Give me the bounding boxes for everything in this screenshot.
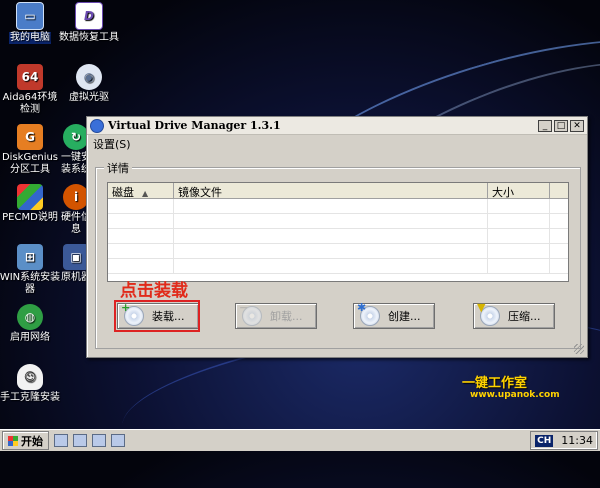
sort-ascending-icon: ▲ — [142, 189, 149, 198]
quicklaunch-network-icon[interactable] — [92, 434, 106, 447]
disc-create-icon: ✱ — [357, 302, 380, 326]
column-header-empty — [550, 183, 568, 198]
quicklaunch-explorer-icon[interactable] — [111, 434, 125, 447]
desktop-icon-ghost-clone[interactable]: ☺ 手工克隆安装 — [0, 364, 63, 404]
data-recovery-icon: D — [75, 2, 103, 30]
virtual-drive-icon: ◉ — [76, 64, 102, 90]
minimize-button[interactable]: _ — [538, 119, 552, 132]
unmount-button[interactable]: − 卸载... — [235, 302, 317, 329]
language-indicator[interactable]: CH — [535, 434, 554, 447]
watermark-url: www.upanok.com — [470, 390, 560, 400]
compress-button[interactable]: ▼ 压缩... — [473, 302, 555, 329]
window-title: Virtual Drive Manager 1.3.1 — [108, 119, 281, 132]
desktop-icon-aida64[interactable]: 64 Aida64环境检测 — [0, 64, 63, 116]
system-tray: CH 11:34 — [530, 431, 598, 450]
win-installer-icon: ⊞ — [17, 244, 43, 270]
table-row[interactable] — [108, 259, 568, 274]
desktop-icon-win-installer[interactable]: ⊞ WIN系统安装器 — [0, 244, 63, 296]
close-button[interactable]: ✕ — [570, 119, 584, 132]
unmount-button-label: 卸载... — [270, 310, 303, 323]
table-row[interactable] — [108, 199, 568, 214]
watermark-brand: 一键工作室 — [462, 376, 528, 391]
menu-settings[interactable]: 设置(S) — [93, 138, 131, 151]
quicklaunch-computer-icon[interactable] — [73, 434, 87, 447]
click-mount-annotation: 点击装载 — [120, 281, 188, 301]
resize-grip[interactable] — [574, 344, 584, 354]
menubar: 设置(S) — [87, 135, 587, 153]
image-list[interactable]: 磁盘 ▲ 镜像文件 大小 — [107, 182, 569, 282]
window-titlebar[interactable]: Virtual Drive Manager 1.3.1 _ □ ✕ — [87, 117, 587, 135]
ghost-clone-icon: ☺ — [17, 364, 43, 390]
start-button-label: 开始 — [21, 434, 43, 448]
column-header-image-file[interactable]: 镜像文件 — [174, 183, 488, 198]
desktop-icon-network[interactable]: ◍ 启用网络 — [0, 304, 63, 344]
column-header-disk[interactable]: 磁盘 ▲ — [108, 183, 174, 198]
windows-flag-icon — [8, 435, 18, 446]
compress-button-label: 压缩... — [508, 310, 541, 323]
details-group-title: 详情 — [104, 160, 132, 176]
list-header: 磁盘 ▲ 镜像文件 大小 — [108, 183, 568, 199]
desktop-icon-my-computer[interactable]: ▭ 我的电脑 — [0, 2, 63, 44]
app-icon — [90, 118, 104, 133]
desktop-icon-pecmd[interactable]: PECMD说明 — [0, 184, 63, 224]
desktop-icon-data-recovery[interactable]: D 数据恢复工具 — [56, 2, 122, 44]
clock[interactable]: 11:34 — [561, 434, 593, 447]
disc-unmount-icon: − — [239, 302, 262, 326]
start-button[interactable]: 开始 — [2, 431, 49, 450]
aida64-icon: 64 — [17, 64, 43, 90]
mount-highlight-box — [114, 300, 200, 332]
create-button[interactable]: ✱ 创建... — [353, 302, 435, 329]
desktop-icon-diskgenius[interactable]: G DiskGenius分区工具 — [0, 124, 63, 176]
diskgenius-icon: G — [17, 124, 43, 150]
computer-icon: ▭ — [16, 2, 44, 30]
disc-compress-icon: ▼ — [477, 302, 500, 326]
desktop-icon-virtual-drive[interactable]: ◉ 虚拟光驱 — [56, 64, 122, 104]
column-header-size[interactable]: 大小 — [488, 183, 550, 198]
table-row[interactable] — [108, 244, 568, 259]
table-row[interactable] — [108, 229, 568, 244]
maximize-button[interactable]: □ — [554, 119, 568, 132]
taskbar: 开始 CH 11:34 — [0, 429, 600, 451]
create-button-label: 创建... — [388, 310, 421, 323]
quicklaunch-desktop-icon[interactable] — [54, 434, 68, 447]
pecmd-icon — [17, 184, 43, 210]
table-row[interactable] — [108, 214, 568, 229]
network-icon: ◍ — [17, 304, 43, 330]
